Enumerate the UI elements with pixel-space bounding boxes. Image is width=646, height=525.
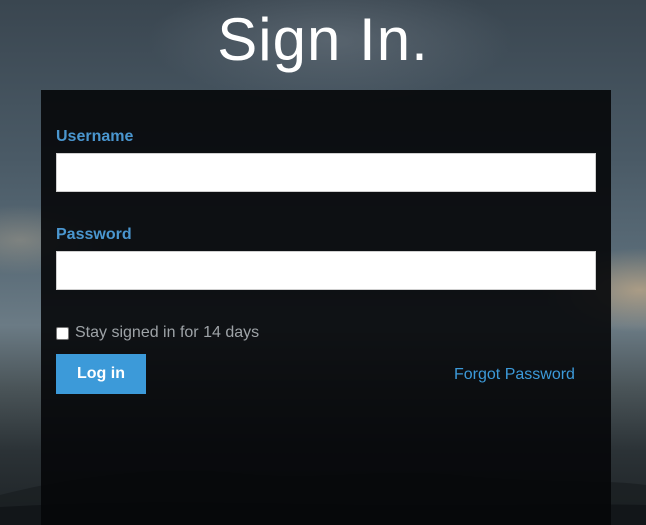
log-in-button[interactable]: Log in xyxy=(56,354,146,394)
remember-me-label: Stay signed in for 14 days xyxy=(75,324,260,341)
forgot-password-link[interactable]: Forgot Password xyxy=(454,366,575,384)
page-title: Sign In. xyxy=(217,6,429,73)
password-input[interactable] xyxy=(56,251,596,290)
username-label: Username xyxy=(56,128,134,145)
remember-me-row: Stay signed in for 14 days xyxy=(56,324,259,342)
login-page: Sign In. Username Password Stay signed i… xyxy=(0,0,646,525)
password-label: Password xyxy=(56,226,132,243)
remember-me-checkbox[interactable] xyxy=(56,326,69,340)
login-form: Username Password Stay signed in for 14 … xyxy=(41,90,611,525)
username-input[interactable] xyxy=(56,153,596,192)
